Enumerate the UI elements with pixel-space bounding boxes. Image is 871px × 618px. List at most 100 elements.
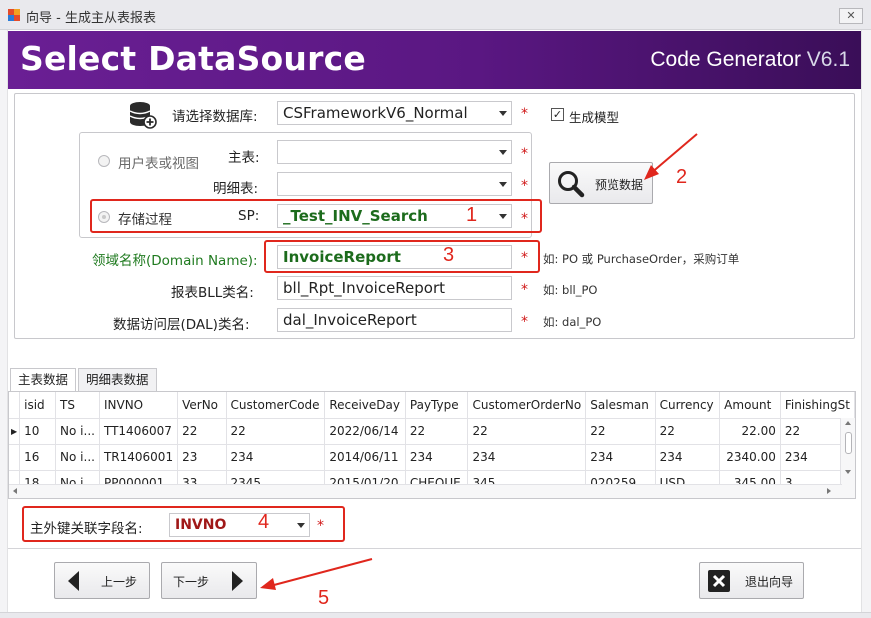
product-name: Code Generator V6.1 [650, 48, 850, 72]
table-cell[interactable]: 234 [586, 444, 655, 470]
table-cell[interactable]: 22 [468, 418, 586, 444]
window-right-border [861, 30, 871, 612]
detail-table-label: 明细表: [213, 177, 258, 197]
product-label: Code Generator [650, 48, 801, 71]
data-grid: isid TS INVNO VerNo CustomerCode Receive… [8, 391, 856, 499]
table-cell[interactable]: 22 [655, 418, 720, 444]
app-logo-icon [8, 9, 20, 21]
column-header[interactable]: ReceiveDay [325, 392, 406, 418]
previous-step-label: 上一步 [101, 573, 137, 590]
table-cell[interactable]: TT1406007 [99, 418, 177, 444]
close-box-icon [708, 570, 730, 592]
previous-step-button[interactable]: 上一步 [54, 562, 150, 599]
column-header[interactable]: INVNO [99, 392, 177, 418]
domain-name-input[interactable]: InvoiceReport [277, 245, 512, 269]
table-cell[interactable]: 234 [468, 444, 586, 470]
master-table-select[interactable] [277, 140, 512, 164]
chevron-down-icon[interactable] [499, 150, 507, 155]
generate-model-checkbox[interactable]: ✓ [551, 108, 564, 121]
master-table-label: 主表: [228, 146, 260, 166]
scroll-up-icon[interactable] [845, 421, 851, 425]
window-left-border [0, 30, 8, 612]
sp-value: _Test_INV_Search [283, 207, 428, 225]
scroll-thumb[interactable] [845, 432, 852, 454]
table-cell[interactable]: 23 [178, 444, 226, 470]
tab-detail-data[interactable]: 明细表数据 [78, 368, 157, 392]
key-field-value: INVNO [175, 517, 226, 533]
domain-name-hint: 如: PO 或 PurchaseOrder，采购订单 [543, 251, 739, 267]
annotation-number-1: 1 [466, 204, 477, 227]
table-cell[interactable]: 22 [178, 418, 226, 444]
table-cell[interactable]: 234 [226, 444, 325, 470]
arrow-left-icon [68, 571, 79, 591]
detail-table-select[interactable] [277, 172, 512, 196]
grid-horizontal-scrollbar[interactable] [9, 484, 842, 498]
database-select[interactable]: CSFrameworkV6_Normal [277, 101, 512, 125]
key-field-select[interactable]: INVNO [169, 513, 310, 537]
chevron-down-icon[interactable] [499, 182, 507, 187]
stored-proc-radio-label: 存储过程 [118, 208, 172, 228]
column-header[interactable]: CustomerOrderNo [468, 392, 586, 418]
column-header[interactable]: Salesman [586, 392, 655, 418]
exit-wizard-label: 退出向导 [745, 573, 793, 590]
annotation-number-3: 3 [443, 244, 454, 267]
column-header[interactable]: Currency [655, 392, 720, 418]
table-cell[interactable]: 10 [20, 418, 56, 444]
scroll-right-icon[interactable] [827, 488, 831, 494]
tab-master-data[interactable]: 主表数据 [10, 368, 76, 393]
close-icon[interactable]: ✕ [839, 8, 863, 24]
dal-class-input[interactable]: dal_InvoiceReport [277, 308, 512, 332]
table-row[interactable]: 16 No i... TR1406001 23 234 2014/06/11 2… [9, 444, 855, 470]
key-field-label: 主外键关联字段名: [30, 517, 143, 537]
table-row[interactable]: ▶ 10 No i... TT1406007 22 22 2022/06/14 … [9, 418, 855, 444]
next-step-button[interactable]: 下一步 [161, 562, 257, 599]
column-header[interactable]: isid [20, 392, 56, 418]
annotation-number-4: 4 [258, 511, 269, 534]
dal-class-value: dal_InvoiceReport [283, 311, 417, 329]
required-mark: * [521, 250, 528, 266]
arrow-right-icon [232, 571, 243, 591]
column-header[interactable]: TS [56, 392, 100, 418]
next-step-label: 下一步 [173, 573, 209, 590]
table-cell[interactable]: 22 [226, 418, 325, 444]
preview-data-button[interactable]: 预览数据 [549, 162, 653, 204]
window-title: 向导 - 生成主从表报表 [26, 7, 156, 26]
grid-vertical-scrollbar[interactable] [840, 418, 855, 499]
scroll-down-icon[interactable] [845, 470, 851, 474]
chevron-down-icon[interactable] [297, 523, 305, 528]
chevron-down-icon[interactable] [499, 111, 507, 116]
column-header[interactable]: PayType [405, 392, 468, 418]
window-bottom-border [0, 612, 871, 618]
table-cell[interactable]: 22 [586, 418, 655, 444]
annotation-arrow-5 [256, 557, 376, 593]
table-cell[interactable]: No i... [56, 418, 100, 444]
annotation-arrow-2 [640, 132, 700, 184]
current-row-indicator-icon: ▶ [9, 418, 20, 444]
column-header[interactable]: FinishingSt [780, 392, 854, 418]
scroll-left-icon[interactable] [13, 488, 17, 494]
bll-class-input[interactable]: bll_Rpt_InvoiceReport [277, 276, 512, 300]
exit-wizard-button[interactable]: 退出向导 [699, 562, 804, 599]
column-header[interactable]: CustomerCode [226, 392, 325, 418]
table-cell[interactable]: TR1406001 [99, 444, 177, 470]
table-cell[interactable]: 2340.00 [720, 444, 781, 470]
table-cell[interactable]: 22 [405, 418, 468, 444]
domain-name-label: 领域名称(Domain Name): [92, 249, 258, 269]
magnifier-icon [556, 169, 586, 199]
table-cell[interactable]: 2022/06/14 [325, 418, 406, 444]
table-cell[interactable]: 2014/06/11 [325, 444, 406, 470]
table-cell[interactable]: 22.00 [720, 418, 781, 444]
table-header-row: isid TS INVNO VerNo CustomerCode Receive… [9, 392, 855, 418]
table-cell[interactable]: 234 [655, 444, 720, 470]
column-header[interactable]: VerNo [178, 392, 226, 418]
dal-class-label: 数据访问层(DAL)类名: [113, 313, 250, 333]
user-table-radio[interactable] [98, 155, 110, 167]
column-header[interactable]: Amount [720, 392, 781, 418]
generate-model-label: 生成模型 [569, 107, 619, 126]
table-cell[interactable]: 234 [405, 444, 468, 470]
chevron-down-icon[interactable] [499, 214, 507, 219]
required-mark: * [521, 146, 528, 162]
table-cell[interactable]: No i... [56, 444, 100, 470]
stored-proc-radio[interactable] [98, 211, 110, 223]
table-cell[interactable]: 16 [20, 444, 56, 470]
